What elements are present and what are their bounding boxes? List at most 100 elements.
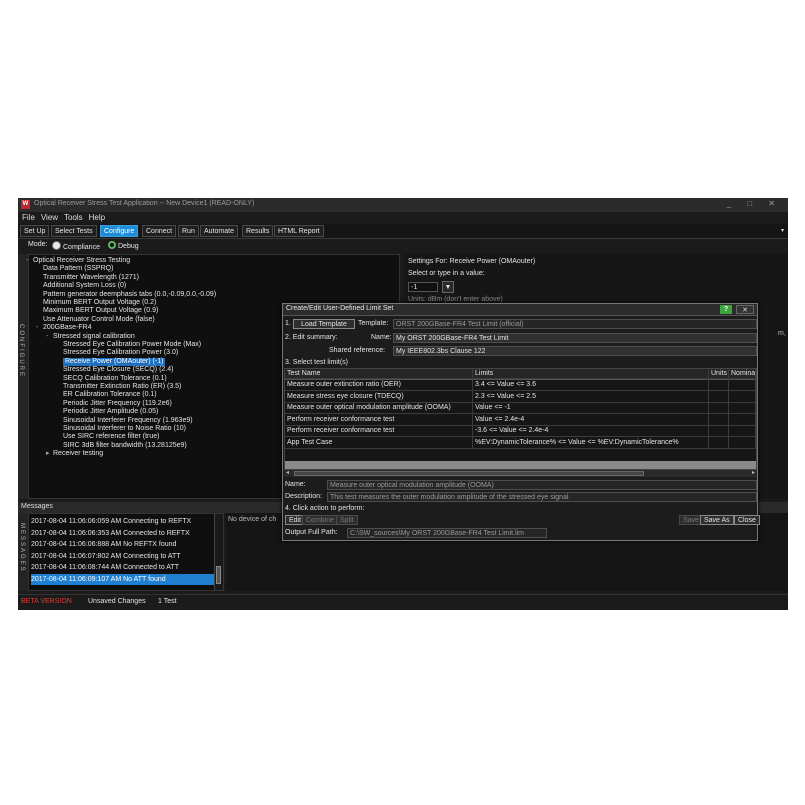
cell-nominal[interactable] xyxy=(729,413,756,426)
table-row[interactable]: Measure outer optical modulation amplitu… xyxy=(285,402,756,415)
tab-configure[interactable]: Configure xyxy=(100,225,139,237)
tab-connect[interactable]: Connect xyxy=(142,225,177,237)
message-item[interactable]: 2017-08-04 11:06:06:353 AM Connected to … xyxy=(31,528,217,539)
tree-item[interactable]: Maximum BERT Output Voltage (0.9) xyxy=(43,307,158,315)
cell-limits[interactable]: Value <= 2.4e-4 xyxy=(473,413,709,426)
tree-item[interactable]: Transmitter Wavelength (1271) xyxy=(43,274,139,282)
cell-test-name[interactable]: Perform receiver conformance test xyxy=(285,425,473,438)
tree-item[interactable]: Pattern generator deemphasis tabs (0.0,-… xyxy=(43,291,216,299)
tab-scroll-icon[interactable]: ▾ xyxy=(781,227,784,234)
template-field[interactable]: ORST 200GBase-FR4 Test Limit (official) xyxy=(393,319,757,329)
tree-item[interactable]: - Stressed signal calibration xyxy=(46,333,135,341)
cell-units[interactable] xyxy=(709,413,729,426)
compliance-radio[interactable]: Compliance xyxy=(48,241,100,251)
tree-item[interactable]: Stressed Eye Closure (SECQ) (2.4) xyxy=(63,366,173,374)
message-item[interactable]: 2017-08-04 11:06:06:059 AM Connecting to… xyxy=(31,516,217,527)
cell-limits[interactable]: %EV:DynamicTolerance% <= Value <= %EV:Dy… xyxy=(473,437,709,449)
cell-nominal[interactable] xyxy=(729,379,756,391)
tab-run[interactable]: Run xyxy=(178,225,199,237)
messages-scrollbar[interactable] xyxy=(214,514,223,590)
cell-units[interactable] xyxy=(709,390,729,403)
tree-item[interactable]: Sinusoidal Interferer to Noise Ratio (10… xyxy=(63,425,186,433)
tree-item[interactable]: ▸ Receiver testing xyxy=(46,450,103,458)
cell-nominal[interactable] xyxy=(729,402,756,415)
cell-limits[interactable]: -3.6 <= Value <= 2.4e-4 xyxy=(473,425,709,438)
menu-file[interactable]: File xyxy=(22,212,35,224)
dialog-close-button[interactable]: ✕ xyxy=(736,305,754,314)
tree-item[interactable]: Periodic Jitter Frequency (119.2e6) xyxy=(63,400,172,408)
help-button[interactable]: ? xyxy=(720,305,732,314)
tree-item[interactable]: - 200GBase-FR4 xyxy=(36,324,92,332)
tree-expander-icon[interactable]: ▸ xyxy=(46,450,50,458)
cell-limits[interactable]: 2.3 <= Value <= 2.5 xyxy=(473,390,709,403)
value-dropdown-button[interactable]: ▼ xyxy=(442,281,454,293)
column-header-units[interactable]: Units xyxy=(709,369,729,379)
scroll-right-icon[interactable]: ▸ xyxy=(752,469,755,476)
tree-item-selected[interactable]: Receive Power (OMAouter) (-1) xyxy=(63,357,166,366)
tree-item[interactable]: Data Pattern (SSPRQ) xyxy=(43,265,113,273)
tree-item[interactable]: Sinusoidal Interferer Frequency (1.963e9… xyxy=(63,417,193,425)
cell-units[interactable] xyxy=(709,437,729,449)
tree-item[interactable]: Use SIRC reference filter (true) xyxy=(63,433,159,441)
message-item[interactable]: 2017-08-04 11:06:07:802 AM Connecting to… xyxy=(31,551,217,562)
tab-select-tests[interactable]: Select Tests xyxy=(51,225,97,237)
table-scroll-thumb[interactable] xyxy=(294,471,644,476)
cell-units[interactable] xyxy=(709,425,729,438)
cell-test-name[interactable]: Measure outer optical modulation amplitu… xyxy=(285,402,473,415)
value-input[interactable]: -1 xyxy=(408,282,438,292)
cell-limits[interactable]: Value <= -1 xyxy=(473,402,709,415)
cell-units[interactable] xyxy=(709,379,729,391)
table-row[interactable]: Measure outer extinction ratio (OER) 3.4 … xyxy=(285,379,756,391)
message-item[interactable]: 2017-08-04 11:06:08:744 AM Connected to … xyxy=(31,562,217,573)
tree-item[interactable]: - Optical Receiver Stress Testing xyxy=(26,257,130,265)
window-controls[interactable]: _ □ ✕ xyxy=(727,199,782,208)
table-row[interactable]: Perform receiver conformance test -3.6 <=… xyxy=(285,425,756,438)
column-header-test-name[interactable]: Test Name xyxy=(285,369,473,379)
tab-results[interactable]: Results xyxy=(242,225,274,237)
debug-radio[interactable]: Debug xyxy=(104,241,139,250)
tab-set-up[interactable]: Set Up xyxy=(20,225,50,237)
table-row[interactable]: App Test Case %EV:DynamicTolerance% <= Va… xyxy=(285,437,756,449)
tree-item[interactable]: SECQ Calibration Tolerance (0.1) xyxy=(63,375,167,383)
tree-item[interactable]: Minimum BERT Output Voltage (0.2) xyxy=(43,299,156,307)
cell-nominal[interactable] xyxy=(729,390,756,403)
tree-item[interactable]: Transmitter Extinction Ratio (ER) (3.5) xyxy=(63,383,181,391)
cell-test-name[interactable]: Measure stress eye closure (TDECQ) xyxy=(285,390,473,403)
tree-item[interactable]: Use Attenuator Control Mode (false) xyxy=(43,316,155,324)
table-horizontal-scrollbar[interactable]: ◂ ▸ xyxy=(284,469,757,477)
message-item[interactable]: 2017-08-04 11:06:06:888 AM No REFTX foun… xyxy=(31,539,217,550)
combine-button[interactable]: Combine xyxy=(302,515,339,525)
cell-limits[interactable]: 3.4 <= Value <= 3.6 xyxy=(473,379,709,391)
cell-test-name[interactable]: Measure outer extinction ratio (OER) xyxy=(285,379,473,391)
tree-item[interactable]: SIRC 3dB filter bandwidth (13.28125e9) xyxy=(63,442,187,450)
close-button[interactable]: Close xyxy=(734,515,760,525)
cell-test-name[interactable]: Perform receiver conformance test xyxy=(285,413,473,426)
tree-item[interactable]: Stressed Eye Calibration Power Mode (Max… xyxy=(63,341,201,349)
tab-html-report[interactable]: HTML Report xyxy=(274,225,324,237)
description-field[interactable]: This test measures the outer modulation … xyxy=(327,492,757,502)
column-header-limits[interactable]: Limits xyxy=(473,369,709,379)
save-as-button[interactable]: Save As xyxy=(700,515,734,525)
menu-help[interactable]: Help xyxy=(89,212,105,224)
tree-expander-icon[interactable]: - xyxy=(26,257,28,265)
message-item[interactable]: 2017-08-04 11:06:09:107 AM No ATT found xyxy=(31,574,217,585)
tree-item[interactable]: ER Calibration Tolerance (0.1) xyxy=(63,391,157,399)
tree-expander-icon[interactable]: - xyxy=(36,324,38,332)
cell-nominal[interactable] xyxy=(729,425,756,438)
messages-scroll-thumb[interactable] xyxy=(216,566,221,584)
output-path-field[interactable]: C:\SW_sources\My ORST 200GBase-FR4 Test … xyxy=(347,528,547,538)
tree-item[interactable]: Stressed Eye Calibration Power (3.0) xyxy=(63,349,178,357)
table-row[interactable]: Measure stress eye closure (TDECQ) 2.3 <=… xyxy=(285,390,756,403)
name-field[interactable]: My ORST 200GBase-FR4 Test Limit xyxy=(393,333,757,343)
split-button[interactable]: Split xyxy=(336,515,358,525)
tree-item[interactable]: Additional System Loss (0) xyxy=(43,282,126,290)
tree-item[interactable]: Periodic Jitter Amplitude (0.05) xyxy=(63,408,158,416)
column-header-nominal[interactable]: Nomina xyxy=(729,369,756,379)
cell-units[interactable] xyxy=(709,402,729,415)
cell-nominal[interactable] xyxy=(729,437,756,449)
load-template-button[interactable]: Load Template xyxy=(293,319,355,329)
shared-reference-field[interactable]: My IEEE802.3bs Clause 122 xyxy=(393,346,757,356)
tree-expander-icon[interactable]: - xyxy=(46,333,48,341)
menu-tools[interactable]: Tools xyxy=(64,212,83,224)
scroll-left-icon[interactable]: ◂ xyxy=(286,469,289,476)
